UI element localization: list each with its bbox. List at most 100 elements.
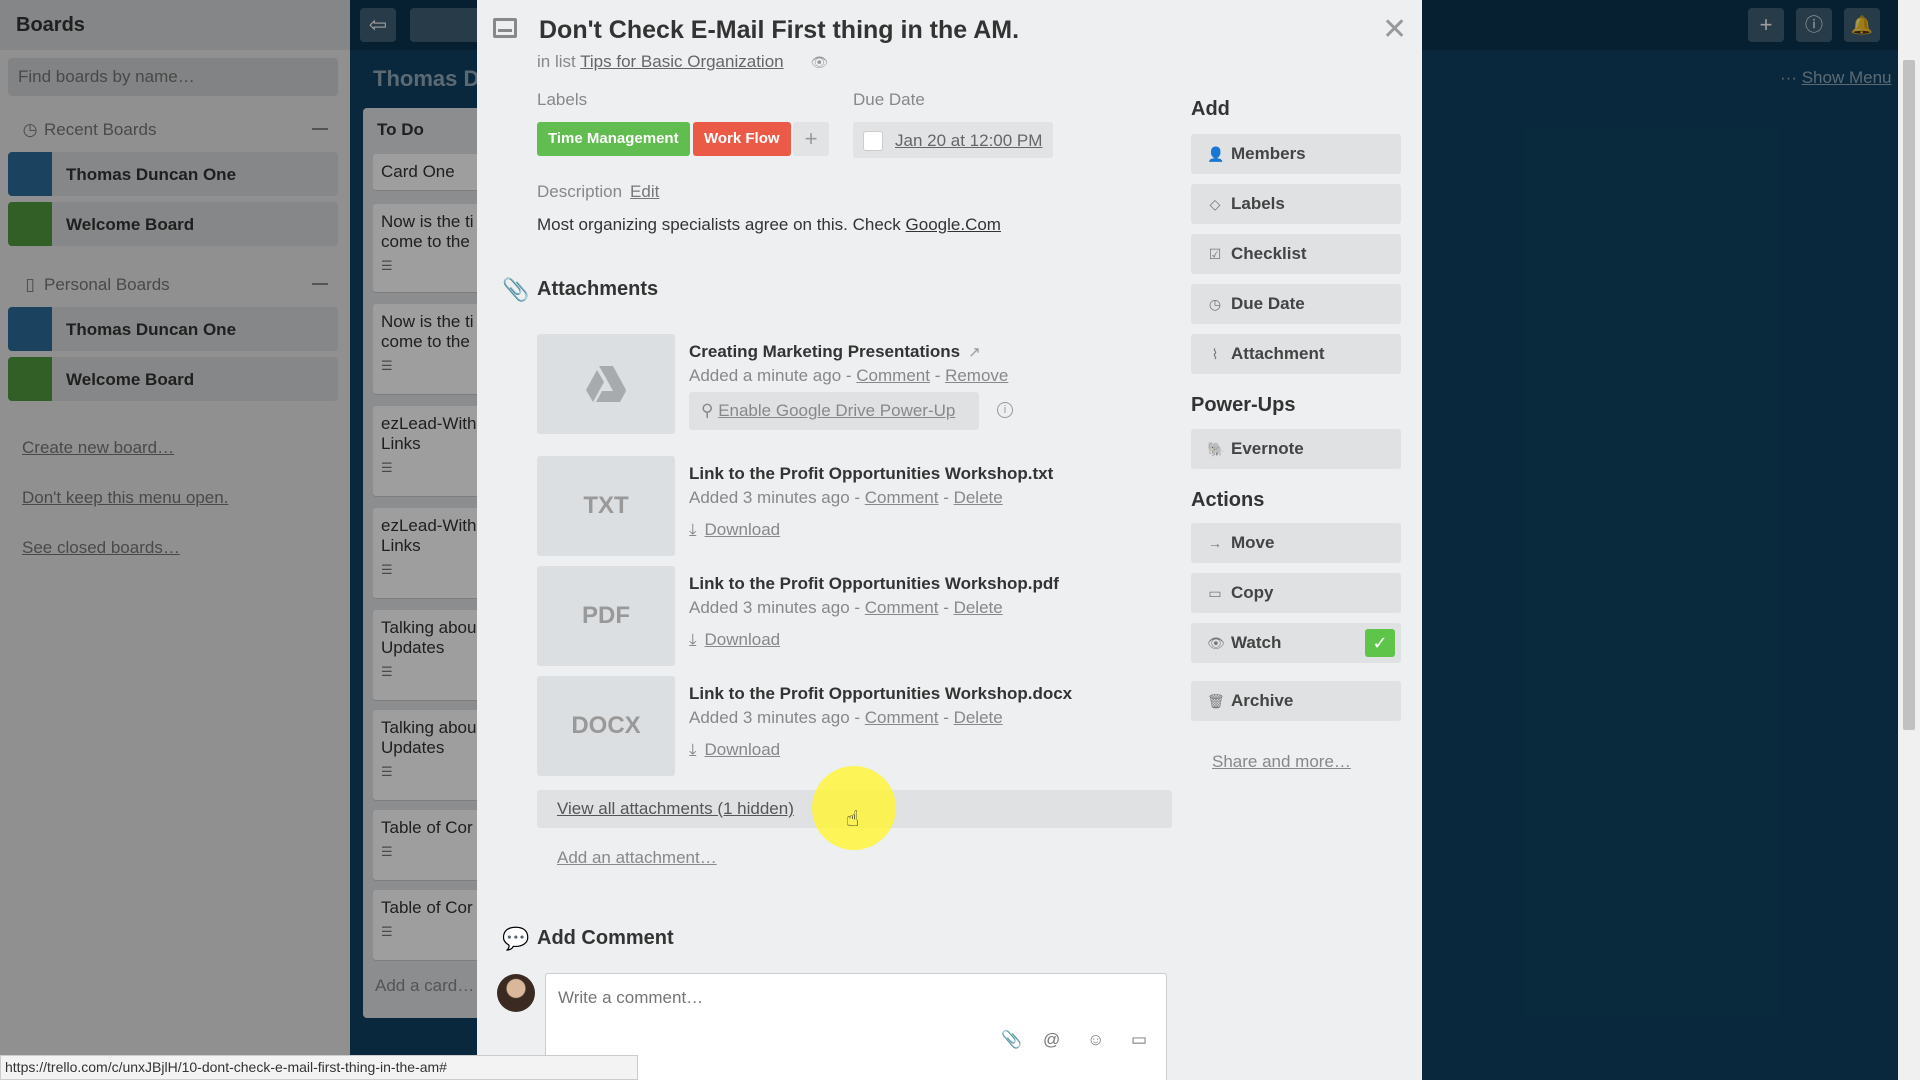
description-heading: Description Edit bbox=[537, 182, 659, 202]
attachment-button[interactable]: ⌇ Attachment bbox=[1191, 334, 1401, 374]
power-ups-heading: Power-Ups bbox=[1191, 394, 1296, 416]
enable-google-drive-label: Enable Google Drive Power-Up bbox=[718, 401, 956, 420]
add-label-button[interactable]: + bbox=[793, 122, 829, 156]
attachment-title: Creating Marketing Presentations bbox=[689, 342, 961, 361]
watch-button[interactable]: 👁 Watch ✓ bbox=[1191, 623, 1401, 663]
attachment-delete-link[interactable]: Delete bbox=[954, 488, 1003, 507]
enable-google-drive-button[interactable]: ⚲ Enable Google Drive Power-Up bbox=[689, 392, 979, 430]
due-date-button[interactable]: ◷ Due Date bbox=[1191, 284, 1401, 324]
archive-icon: 🗑 bbox=[1207, 693, 1225, 709]
attachment-thumbnail[interactable]: TXT bbox=[537, 456, 675, 556]
download-icon: ⤓ bbox=[689, 520, 697, 539]
copy-button[interactable]: ▭ Copy bbox=[1191, 573, 1401, 613]
pin-icon: ⚲ bbox=[701, 401, 714, 420]
edit-description-link[interactable]: Edit bbox=[630, 182, 659, 201]
person-icon: 👤 bbox=[1207, 146, 1225, 162]
attachment-name[interactable]: Link to the Profit Opportunities Worksho… bbox=[689, 684, 1072, 704]
speech-bubble-icon: 💬 bbox=[502, 926, 530, 951]
description-text: Most organizing specialists agree on thi… bbox=[537, 215, 1001, 235]
view-all-attachments-label: View all attachments (1 hidden) bbox=[557, 799, 794, 818]
due-complete-checkbox[interactable] bbox=[863, 131, 883, 151]
attachment-comment-link[interactable]: Comment bbox=[856, 366, 930, 385]
info-icon[interactable]: i bbox=[997, 402, 1013, 418]
paperclip-icon[interactable]: 📎 bbox=[1001, 1030, 1022, 1050]
attachment-added: Added a minute ago bbox=[689, 366, 842, 385]
clock-icon: ◷ bbox=[1208, 296, 1222, 312]
checklist-button[interactable]: ☑ Checklist bbox=[1191, 234, 1401, 274]
move-button[interactable]: → Move bbox=[1191, 523, 1401, 563]
card-list-info: in list Tips for Basic Organization 👁 bbox=[537, 52, 828, 72]
description-link[interactable]: Google.Com bbox=[906, 215, 1001, 234]
checkbox-icon: ☑ bbox=[1208, 246, 1222, 262]
attachment-added: Added 3 minutes ago bbox=[689, 708, 850, 727]
attachment-remove-link[interactable]: Remove bbox=[945, 366, 1008, 385]
page-scrollbar[interactable] bbox=[1898, 0, 1920, 1080]
attachment-thumbnail[interactable] bbox=[537, 334, 675, 434]
checklist-label: Checklist bbox=[1231, 244, 1307, 263]
hand-cursor-icon: ☝ bbox=[846, 806, 860, 831]
comment-input[interactable] bbox=[545, 973, 1167, 1080]
download-link[interactable]: Download bbox=[705, 630, 781, 649]
attachment-delete-link[interactable]: Delete bbox=[954, 708, 1003, 727]
mention-icon[interactable]: @ bbox=[1043, 1030, 1060, 1050]
attachment-added: Added 3 minutes ago bbox=[689, 488, 850, 507]
evernote-button[interactable]: 🐘 Evernote bbox=[1191, 429, 1401, 469]
google-drive-icon bbox=[586, 366, 626, 402]
download-icon: ⤓ bbox=[689, 740, 697, 759]
card-link-icon[interactable]: ▭ bbox=[1131, 1030, 1147, 1050]
attachments-heading: Attachments bbox=[537, 278, 659, 300]
emoji-icon[interactable]: ☺ bbox=[1087, 1030, 1104, 1050]
close-icon[interactable]: ✕ bbox=[1382, 12, 1407, 47]
attachment-name[interactable]: Link to the Profit Opportunities Worksho… bbox=[689, 574, 1059, 594]
attachment-download[interactable]: ⤓ Download bbox=[689, 630, 780, 650]
add-attachment-link[interactable]: Add an attachment… bbox=[557, 848, 717, 868]
attachment-thumbnail[interactable]: DOCX bbox=[537, 676, 675, 776]
attachment-comment-link[interactable]: Comment bbox=[865, 708, 939, 727]
labels-button[interactable]: ◇ Labels bbox=[1191, 184, 1401, 224]
evernote-label: Evernote bbox=[1231, 439, 1304, 458]
archive-label: Archive bbox=[1231, 691, 1294, 710]
external-link-icon[interactable]: ↗ bbox=[968, 344, 981, 361]
labels-label: Labels bbox=[1231, 194, 1285, 213]
copy-label: Copy bbox=[1231, 583, 1274, 602]
in-list-prefix: in list bbox=[537, 52, 576, 71]
attachment-meta: Added 3 minutes ago - Comment - Delete bbox=[689, 488, 1003, 507]
add-comment-heading: Add Comment bbox=[537, 927, 674, 949]
evernote-icon: 🐘 bbox=[1207, 441, 1225, 457]
members-button[interactable]: 👤 Members bbox=[1191, 134, 1401, 174]
due-date-value[interactable]: Jan 20 at 12:00 PM bbox=[895, 131, 1042, 151]
label-time-management[interactable]: Time Management bbox=[537, 122, 690, 156]
label-work-flow[interactable]: Work Flow bbox=[693, 122, 791, 156]
arrow-right-icon: → bbox=[1208, 535, 1222, 551]
download-link[interactable]: Download bbox=[705, 520, 781, 539]
card-detail-modal: Don't Check E-Mail First thing in the AM… bbox=[477, 0, 1422, 1080]
download-link[interactable]: Download bbox=[705, 740, 781, 759]
attachment-download[interactable]: ⤓ Download bbox=[689, 520, 780, 540]
due-date-badge[interactable]: Jan 20 at 12:00 PM bbox=[853, 122, 1053, 158]
attachment-item: Creating Marketing Presentations ↗ Added … bbox=[537, 334, 1177, 434]
due-date-label: Due Date bbox=[1231, 294, 1305, 313]
share-and-more-link[interactable]: Share and more… bbox=[1212, 752, 1351, 772]
download-icon: ⤓ bbox=[689, 630, 697, 649]
add-heading: Add bbox=[1191, 98, 1230, 120]
attachment-item: TXT Link to the Profit Opportunities Wor… bbox=[537, 456, 1177, 556]
move-label: Move bbox=[1231, 533, 1275, 552]
attachment-delete-link[interactable]: Delete bbox=[954, 598, 1003, 617]
attachment-download[interactable]: ⤓ Download bbox=[689, 740, 780, 760]
attachment-thumbnail[interactable]: PDF bbox=[537, 566, 675, 666]
eye-icon: 👁 bbox=[1207, 635, 1225, 651]
attachment-comment-link[interactable]: Comment bbox=[865, 488, 939, 507]
archive-button[interactable]: 🗑 Archive bbox=[1191, 681, 1401, 721]
card-title[interactable]: Don't Check E-Mail First thing in the AM… bbox=[539, 16, 1019, 45]
attachment-added: Added 3 minutes ago bbox=[689, 598, 850, 617]
description-label: Description bbox=[537, 182, 623, 201]
avatar[interactable] bbox=[497, 974, 535, 1012]
scrollbar-thumb[interactable] bbox=[1903, 60, 1915, 730]
attachment-name[interactable]: Creating Marketing Presentations ↗ bbox=[689, 342, 981, 362]
attachment-comment-link[interactable]: Comment bbox=[865, 598, 939, 617]
attachment-name[interactable]: Link to the Profit Opportunities Worksho… bbox=[689, 464, 1053, 484]
attachment-item: DOCX Link to the Profit Opportunities Wo… bbox=[537, 676, 1177, 776]
due-date-heading: Due Date bbox=[853, 90, 925, 109]
actions-heading: Actions bbox=[1191, 489, 1265, 511]
list-name-link[interactable]: Tips for Basic Organization bbox=[580, 52, 783, 71]
